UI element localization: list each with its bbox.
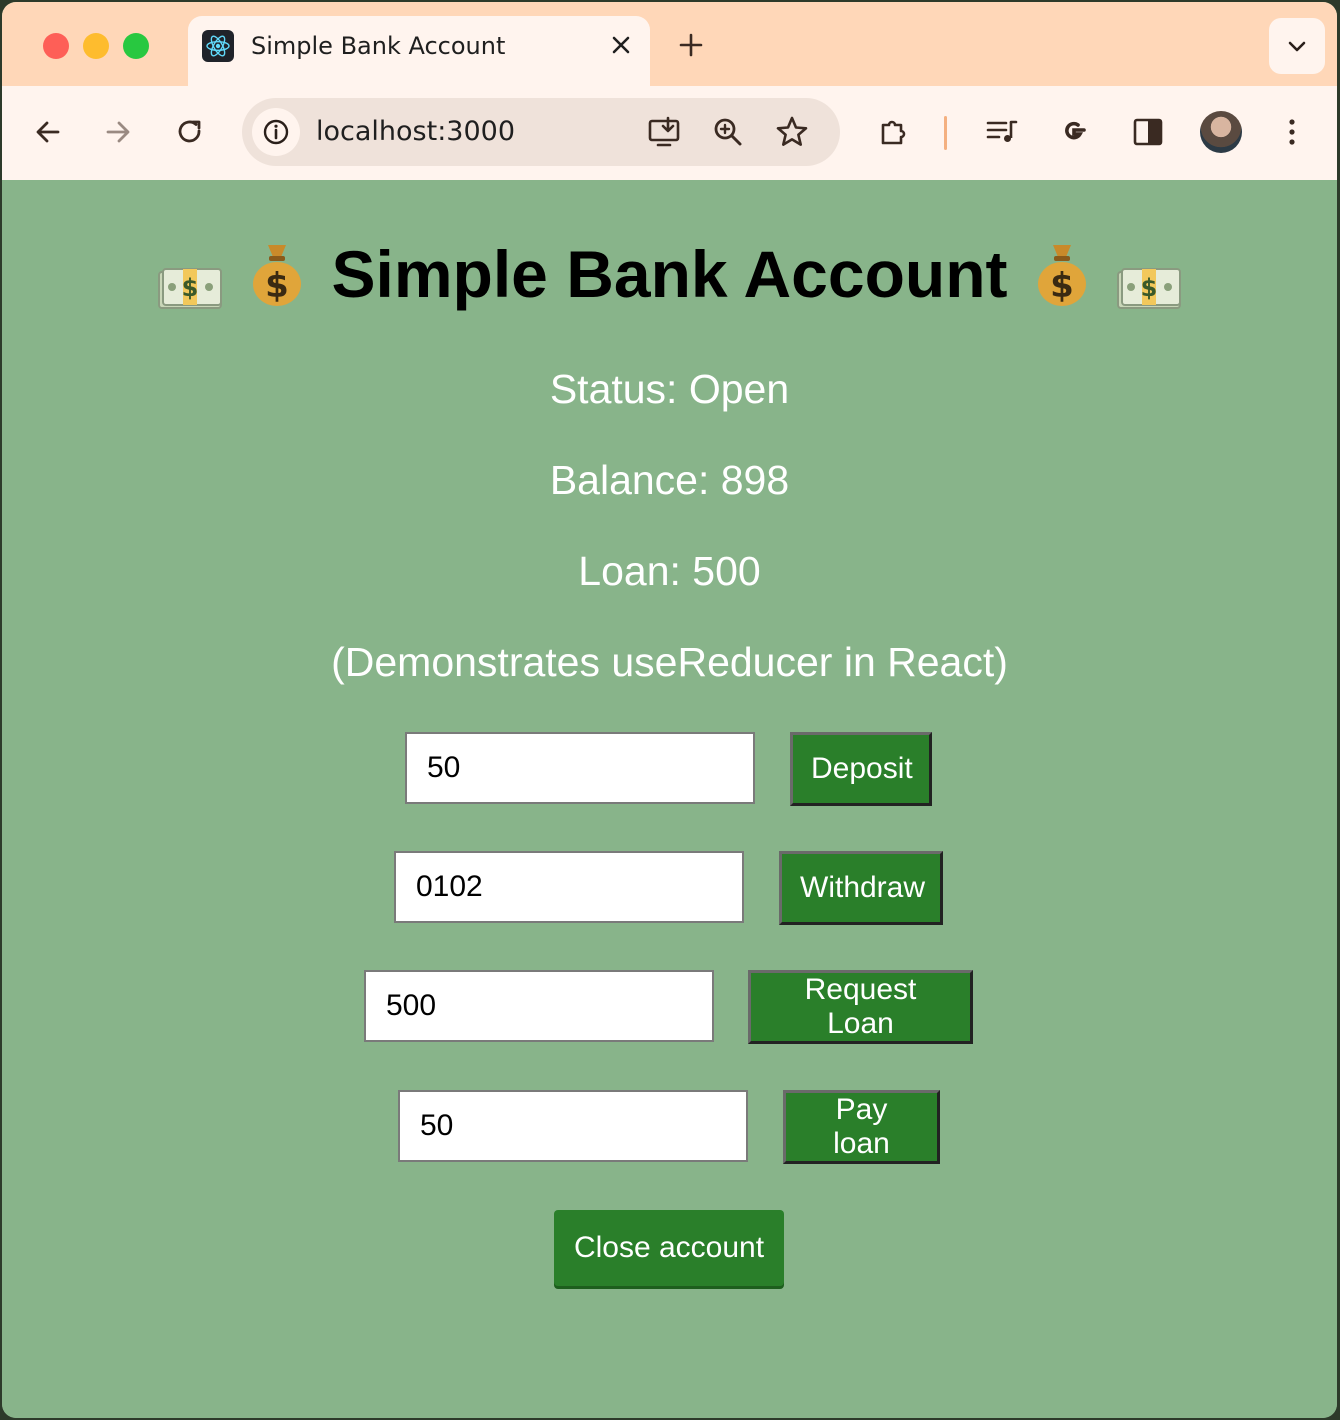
deposit-row: Deposit [2,732,1337,808]
forward-arrow-icon[interactable] [100,114,136,150]
request-loan-row: Request Loan [2,970,1337,1046]
extensions-icon[interactable] [876,114,912,150]
window-zoom-button[interactable] [123,33,149,59]
kebab-menu-icon[interactable] [1274,114,1310,150]
browser-toolbar: localhost:3000 [2,86,1337,181]
request-loan-input[interactable] [364,970,714,1042]
tab-search-button[interactable] [1269,18,1325,74]
deposit-button[interactable]: Deposit [790,732,932,806]
address-bar[interactable]: localhost:3000 [242,98,840,166]
chevron-down-icon [1288,41,1306,52]
svg-text:$: $ [1050,266,1074,306]
window-close-button[interactable] [43,33,69,59]
url-text: localhost:3000 [316,116,516,147]
description-text: (Demonstrates useReducer in React) [331,639,1008,685]
svg-text:$: $ [182,274,199,302]
browser-window: Simple Bank Account localhost:3000 $ $ S… [2,2,1337,1418]
withdraw-row: Withdraw [2,851,1337,927]
withdraw-input[interactable] [394,851,744,923]
close-icon[interactable] [608,32,634,58]
close-account-button[interactable]: Close account [554,1210,784,1286]
withdraw-button[interactable]: Withdraw [779,851,943,925]
install-icon[interactable] [646,114,682,150]
reload-icon[interactable] [172,114,208,150]
tab-title: Simple Bank Account [251,32,506,60]
star-icon[interactable] [774,114,810,150]
money-bill-emoji: $ [157,251,223,309]
deposit-input[interactable] [405,732,755,804]
zoom-icon[interactable] [710,114,746,150]
page-content: $ $ Simple Bank Account $ $ Status: Open… [2,180,1337,1418]
avatar[interactable] [1200,111,1242,153]
tab-strip: Simple Bank Account [2,2,1337,86]
media-icon[interactable] [984,114,1020,150]
page-title: $ $ Simple Bank Account $ $ [2,236,1337,312]
status-text: Status: Open [549,366,790,412]
react-logo-icon [202,30,234,62]
back-arrow-icon[interactable] [30,114,66,150]
browser-tab[interactable]: Simple Bank Account [188,16,650,86]
pay-loan-input[interactable] [398,1090,748,1162]
plus-icon[interactable] [677,31,705,59]
window-minimize-button[interactable] [83,33,109,59]
money-bag-emoji: $ [1036,241,1088,307]
svg-text:$: $ [266,266,290,306]
google-icon[interactable] [1056,114,1092,150]
loan-text: Loan: 500 [578,548,761,594]
money-bill-emoji: $ [1116,251,1182,309]
svg-text:$: $ [1140,274,1157,302]
request-loan-button[interactable]: Request Loan [748,970,973,1044]
heading-text: Simple Bank Account [331,237,1008,311]
money-bag-emoji: $ [251,241,303,307]
pay-loan-button[interactable]: Pay loan [783,1090,940,1164]
side-panel-icon[interactable] [1130,114,1166,150]
pay-loan-row: Pay loan [2,1090,1337,1166]
info-icon[interactable] [252,108,300,156]
toolbar-separator [944,116,947,150]
balance-text: Balance: 898 [549,457,790,503]
